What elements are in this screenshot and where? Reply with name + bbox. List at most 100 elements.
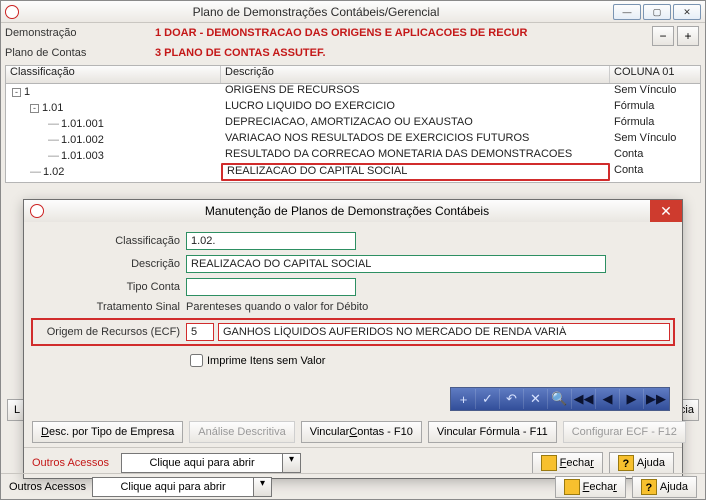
btn-vincular-formula[interactable]: Vincular Fórmula - F11 [428,421,557,443]
minimize-button[interactable]: — [613,4,641,20]
input-classificacao[interactable] [186,232,356,250]
nav-add-icon[interactable]: + [452,389,476,409]
cell-classificacao: 1.01 [42,102,63,114]
cell-classificacao: 1.01.001 [61,118,104,130]
cell-classificacao: 1.02 [43,166,64,178]
tree-grid[interactable]: Classificação Descrição COLUNA 01 -1 ORIG… [5,65,701,183]
help-icon: ? [618,455,634,471]
cell-coluna01: Sem Vínculo [610,132,700,148]
add-button[interactable]: + [677,26,699,46]
table-row[interactable]: -1.01 LUCRO LIQUIDO DO EXERCICIOFórmula [6,100,700,116]
row-planocontas: Plano de Contas 3 PLANO DE CONTAS ASSUTE… [5,43,701,63]
main-combo-dropdown-icon[interactable]: ▾ [253,478,271,496]
tree-leaf-icon: — [48,118,59,130]
nav-first-icon[interactable]: ◀◀ [572,389,596,409]
sub-footer-combo[interactable]: Clique aqui para abrir ▾ [121,453,301,473]
btn-configurar-ecf: Configurar ECF - F12 [563,421,686,443]
collapse-icon[interactable]: - [30,104,39,113]
main-btn-ajuda[interactable]: ? Ajuda [632,476,697,498]
main-btn-fechar[interactable]: Fechar [555,476,626,498]
cell-classificacao: 1.01.002 [61,134,104,146]
nav-search-icon[interactable]: 🔍 [548,389,572,409]
remove-button[interactable]: − [652,26,674,46]
sub-btn-ajuda[interactable]: ? Ajuda [609,452,674,474]
sub-combo-dropdown-icon[interactable]: ▾ [282,454,300,472]
label-imprime-itens: Imprime Itens sem Valor [207,355,325,367]
tree-leaf-icon: — [48,150,59,162]
cell-descricao: REALIZACAO DO CAPITAL SOCIAL [221,163,610,181]
nav-undo-icon[interactable]: ↶ [500,389,524,409]
btn-desc-por-tipo[interactable]: Desc. por Tipo de Empresa [32,421,183,443]
record-nav-toolbar: +✓↶✕🔍◀◀◀▶▶▶ [24,381,682,417]
label-tratamento-sinal: Tratamento Sinal [36,301,186,313]
col-header-class[interactable]: Classificação [6,66,221,83]
label-demonstracao: Demonstração [5,27,155,39]
cell-coluna01: Fórmula [610,116,700,132]
sub-title: Manutenção de Planos de Demonstrações Co… [50,204,644,218]
btn-vincular-contas[interactable]: Vincular Contas - F10 [301,421,422,443]
main-footer-label: Outros Acessos [9,481,86,493]
label-planocontas: Plano de Contas [5,47,155,59]
input-tipo-conta[interactable] [186,278,356,296]
sub-dialog: Manutenção de Planos de Demonstrações Co… [23,199,683,479]
cell-descricao: ORIGENS DE RECURSOS [221,84,610,100]
cell-coluna01: Conta [610,148,700,164]
main-window: Plano de Demonstrações Contábeis/Gerenci… [0,0,706,500]
cell-descricao: RESULTADO DA CORRECAO MONETARIA DAS DEMO… [221,148,610,164]
sub-close-button[interactable]: ✕ [650,200,682,222]
table-row[interactable]: —1.01.003RESULTADO DA CORRECAO MONETARIA… [6,148,700,164]
close-button[interactable]: ✕ [673,4,701,20]
table-row[interactable]: -1 ORIGENS DE RECURSOSSem Vínculo [6,84,700,100]
nav-cancel-icon[interactable]: ✕ [524,389,548,409]
cell-coluna01: Fórmula [610,100,700,116]
main-title: Plano de Demonstrações Contábeis/Gerenci… [25,5,607,19]
main-titlebar: Plano de Demonstrações Contábeis/Gerenci… [1,1,705,23]
cell-coluna01: Conta [610,164,700,180]
nav-last-icon[interactable]: ▶▶ [644,389,668,409]
cell-coluna01: Sem Vínculo [610,84,700,100]
label-descricao: Descrição [36,258,186,270]
label-tipo-conta: Tipo Conta [36,281,186,293]
main-combo-text: Clique aqui para abrir [93,481,253,493]
tree-leaf-icon: — [48,134,59,146]
maximize-button[interactable]: ▢ [643,4,671,20]
nav-confirm-icon[interactable]: ✓ [476,389,500,409]
col-header-c01[interactable]: COLUNA 01 [610,66,700,83]
main-footer-combo[interactable]: Clique aqui para abrir ▾ [92,477,272,497]
input-origem-code[interactable] [186,323,214,341]
table-row[interactable]: —1.02 REALIZACAO DO CAPITAL SOCIALConta [6,164,700,180]
cell-descricao: DEPRECIACAO, AMORTIZACAO OU EXAUSTAO [221,116,610,132]
nav-prev-icon[interactable]: ◀ [596,389,620,409]
table-row[interactable]: —1.01.001 DEPRECIACAO, AMORTIZACAO OU EXA… [6,116,700,132]
sub-footer-label: Outros Acessos [32,457,109,469]
value-planocontas: 3 PLANO DE CONTAS ASSUTEF. [155,47,701,59]
table-row[interactable]: —1.01.002 VARIACAO NOS RESULTADOS DE EXER… [6,132,700,148]
checkbox-imprime-itens[interactable] [190,354,203,367]
cell-descricao: LUCRO LIQUIDO DO EXERCICIO [221,100,610,116]
btn-analise-descritiva: Análise Descritiva [189,421,294,443]
cell-descricao: VARIACAO NOS RESULTADOS DE EXERCICIOS FU… [221,132,610,148]
sub-titlebar: Manutenção de Planos de Demonstrações Co… [24,200,682,222]
col-header-desc[interactable]: Descrição [221,66,610,83]
sub-combo-text: Clique aqui para abrir [122,457,282,469]
row-demonstracao: Demonstração 1 DOAR - DEMONSTRACAO DAS O… [5,23,701,43]
label-origem-recursos: Origem de Recursos (ECF) [36,326,186,338]
input-origem-desc[interactable] [218,323,670,341]
grid-header: Classificação Descrição COLUNA 01 [6,66,700,84]
window-controls: — ▢ ✕ [613,4,701,20]
nav-next-icon[interactable]: ▶ [620,389,644,409]
tree-leaf-icon: — [30,166,41,178]
action-buttons: Desc. por Tipo de Empresa Análise Descri… [24,417,682,447]
value-tratamento-sinal: Parenteses quando o valor for Débito [186,301,368,313]
cell-classificacao: 1 [24,86,30,98]
door-icon [541,455,557,471]
sub-btn-fechar[interactable]: Fechar [532,452,603,474]
value-demonstracao: 1 DOAR - DEMONSTRACAO DAS ORIGENS E APLI… [155,27,701,39]
input-descricao[interactable] [186,255,606,273]
door-icon [564,479,580,495]
collapse-icon[interactable]: - [12,88,21,97]
app-icon [5,5,19,19]
label-classificacao: Classificação [36,235,186,247]
help-icon: ? [641,479,657,495]
sub-app-icon [30,204,44,218]
